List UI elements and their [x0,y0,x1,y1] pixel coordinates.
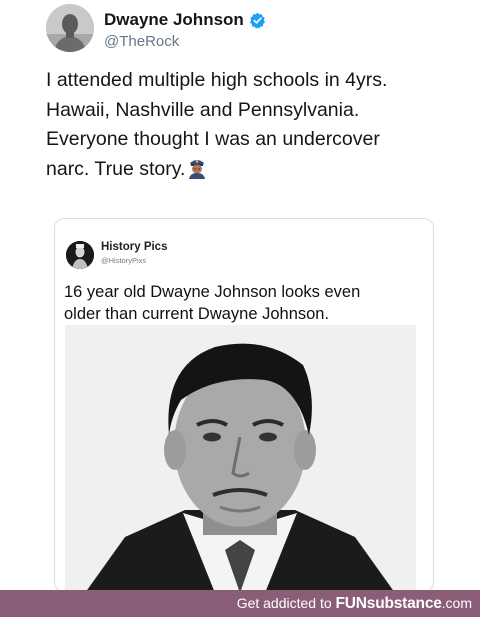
quoted-author-handle[interactable]: @HistoryPixs [101,256,146,265]
footer-watermark[interactable]: Get addicted to FUNsubstance.com [237,595,472,613]
footer-prefix: Get addicted to [236,595,336,611]
tweet-text: I attended multiple high schools in 4yrs… [46,69,388,180]
footer-suffix: .com [441,595,472,611]
footer-banner: Get addicted to FUNsubstance.com [0,590,480,617]
author-name-text[interactable]: Dwayne Johnson [104,10,244,30]
tweet-header: Dwayne Johnson @TheRock [46,4,466,54]
quoted-tweet-card[interactable]: History Pics @HistoryPixs 16 year old Dw… [54,218,434,592]
quoted-author-name[interactable]: History Pics [101,241,167,253]
author-avatar[interactable] [46,4,94,52]
author-handle[interactable]: @TheRock [104,33,179,50]
author-display-name[interactable]: Dwayne Johnson [104,10,266,30]
verified-badge-icon [249,12,266,29]
tweet-body: I attended multiple high schools in 4yrs… [46,66,466,184]
quoted-author-avatar[interactable] [66,241,94,269]
quoted-tweet-text: 16 year old Dwayne Johnson looks even ol… [64,283,361,323]
quoted-tweet-photo[interactable] [65,325,416,591]
footer-brand: FUNsubstance [335,595,442,612]
police-officer-icon [187,157,207,179]
